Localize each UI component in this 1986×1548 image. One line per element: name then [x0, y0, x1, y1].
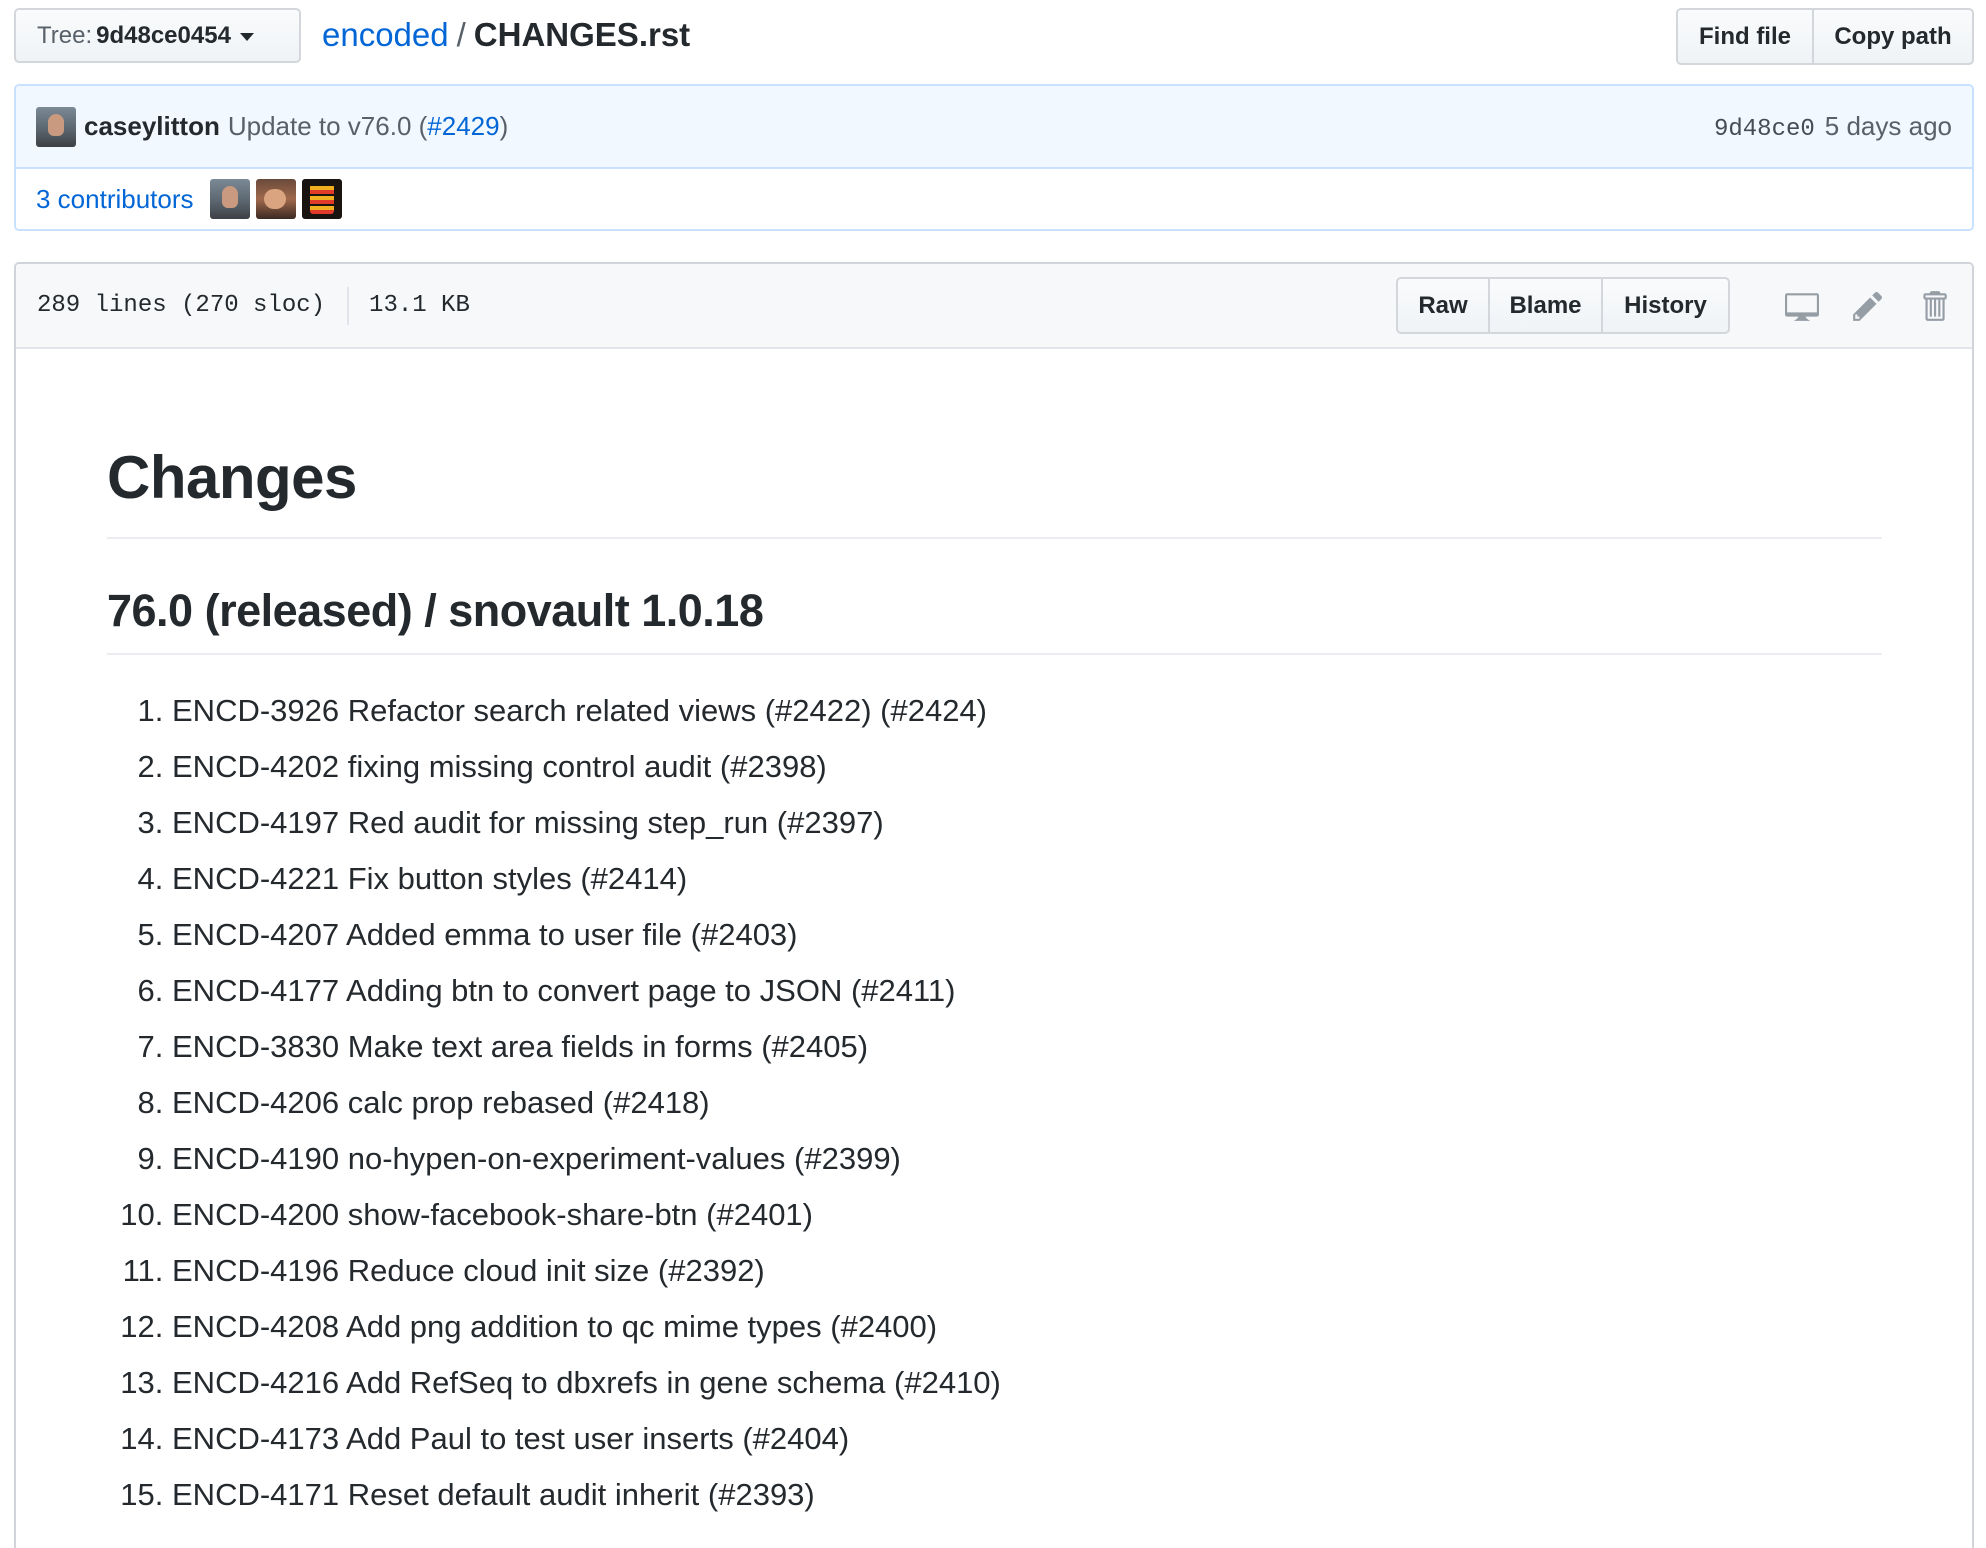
list-item: ENCD-4197 Red audit for missing step_run…: [172, 795, 1882, 851]
file-info-divider: [347, 286, 350, 325]
list-item: ENCD-4173 Add Paul to test user inserts …: [172, 1411, 1882, 1467]
commit-meta: 9d48ce0 5 days ago: [1714, 111, 1952, 143]
commit-message-end: ): [499, 111, 509, 141]
raw-button[interactable]: Raw: [1396, 277, 1490, 334]
list-item: ENCD-4202 fixing missing control audit (…: [172, 739, 1882, 795]
list-item: ENCD-4200 show-facebook-share-btn (#2401…: [172, 1187, 1882, 1243]
list-item: ENCD-4177 Adding btn to convert page to …: [172, 963, 1882, 1019]
list-item: ENCD-4208 Add png addition to qc mime ty…: [172, 1299, 1882, 1355]
list-item: ENCD-4190 no-hypen-on-experiment-values …: [172, 1131, 1882, 1187]
file-nav-buttons: Find file Copy path: [1676, 8, 1974, 65]
list-item: ENCD-4221 Fix button styles (#2414): [172, 851, 1882, 907]
breadcrumb: encoded / CHANGES.rst: [322, 13, 690, 57]
tree-sha: 9d48ce0454: [96, 21, 231, 49]
breadcrumb-repo-link[interactable]: encoded: [322, 16, 449, 53]
history-button[interactable]: History: [1601, 277, 1730, 334]
branch-select-button[interactable]: Tree: 9d48ce0454: [14, 8, 301, 63]
list-item: ENCD-4207 Added emma to user file (#2403…: [172, 907, 1882, 963]
desktop-icon[interactable]: [1784, 288, 1820, 324]
list-item: ENCD-4206 calc prop rebased (#2418): [172, 1075, 1882, 1131]
breadcrumb-file: CHANGES.rst: [473, 16, 691, 53]
breadcrumb-separator: /: [456, 16, 466, 53]
commit-message: Update to v76.0 (#2429): [228, 111, 508, 142]
contributors-row: 3 contributors: [16, 169, 1972, 229]
pull-request-link[interactable]: #2429: [427, 111, 499, 141]
find-file-button[interactable]: Find file: [1676, 8, 1814, 65]
list-item: ENCD-4196 Reduce cloud init size (#2392): [172, 1243, 1882, 1299]
content-title: Changes: [107, 433, 1882, 539]
file-view-buttons: Raw Blame History: [1396, 277, 1730, 334]
rendered-file-content: Changes 76.0 (released) / snovault 1.0.1…: [16, 349, 1972, 1523]
list-item: ENCD-3830 Make text area fields in forms…: [172, 1019, 1882, 1075]
list-item: ENCD-3926 Refactor search related views …: [172, 683, 1882, 739]
commit-tease: caseylitton Update to v76.0 (#2429) 9d48…: [14, 84, 1974, 231]
latest-commit: caseylitton Update to v76.0 (#2429) 9d48…: [16, 86, 1972, 169]
author-avatar[interactable]: [36, 106, 76, 147]
copy-path-button[interactable]: Copy path: [1812, 8, 1974, 65]
caret-down-icon: [239, 33, 254, 41]
list-item: ENCD-4216 Add RefSeq to dbxrefs in gene …: [172, 1355, 1882, 1411]
tree-label: Tree:: [37, 21, 93, 49]
file-viewer: 289 lines (270 sloc) 13.1 KB Raw Blame H…: [14, 262, 1974, 1548]
blame-button[interactable]: Blame: [1488, 277, 1603, 334]
commit-message-link[interactable]: Update to v76.0 (: [228, 111, 427, 141]
file-line-count: 289 lines (270 sloc): [37, 292, 326, 319]
contributor-avatar-1[interactable]: [209, 179, 250, 219]
commit-time: 5 days ago: [1824, 110, 1952, 141]
pencil-icon[interactable]: [1850, 288, 1886, 324]
trash-icon[interactable]: [1916, 288, 1952, 324]
file-header: 289 lines (270 sloc) 13.1 KB Raw Blame H…: [16, 264, 1972, 349]
contributor-avatar-2[interactable]: [255, 179, 296, 219]
commit-sha-link[interactable]: 9d48ce0: [1714, 116, 1815, 143]
file-actions: Raw Blame History: [1396, 277, 1952, 334]
commit-author-link[interactable]: caseylitton: [84, 111, 220, 142]
changes-list: ENCD-3926 Refactor search related views …: [107, 683, 1882, 1523]
list-item: ENCD-4171 Reset default audit inherit (#…: [172, 1467, 1882, 1523]
contributor-avatar-3[interactable]: [301, 179, 342, 219]
content-subtitle: 76.0 (released) / snovault 1.0.18: [107, 581, 1882, 655]
contributors-link[interactable]: 3 contributors: [36, 184, 194, 215]
file-size: 13.1 KB: [369, 292, 470, 319]
